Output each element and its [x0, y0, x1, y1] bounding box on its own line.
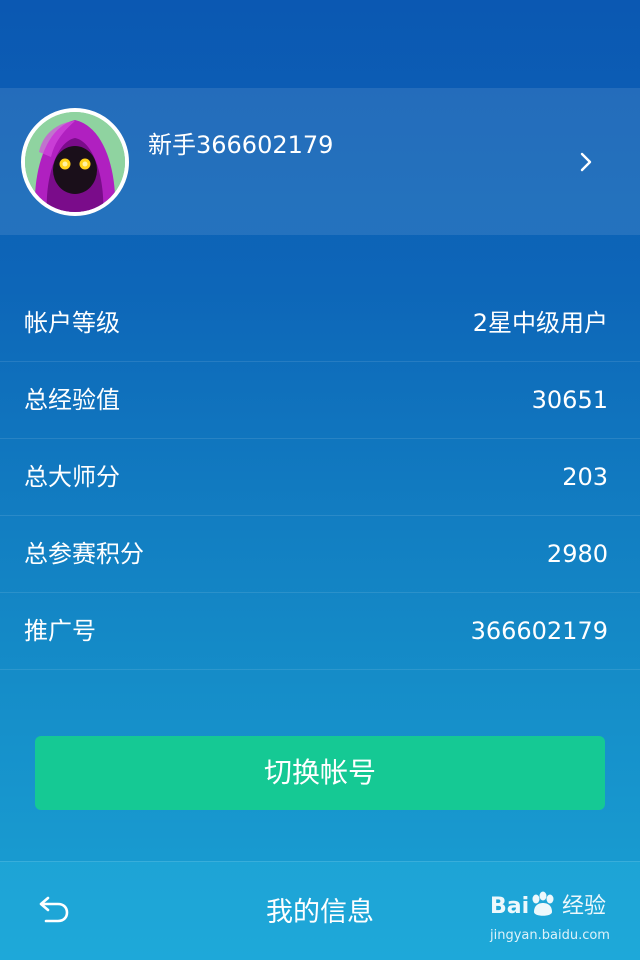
profile-card[interactable]: 新手366602179	[0, 88, 640, 235]
paw-icon	[528, 890, 558, 920]
info-row-promotion-id: 推广号 366602179	[0, 593, 640, 670]
info-label: 总大师分	[24, 463, 120, 491]
watermark-logo: Bai 经验	[490, 888, 630, 928]
watermark-tag: 经验	[562, 894, 607, 919]
avatar	[21, 108, 129, 216]
baidu-jingyan-watermark: Bai 经验 jingyan.baidu.com	[490, 888, 630, 948]
info-value: 2星中级用户	[472, 309, 608, 337]
info-value: 30651	[531, 386, 608, 414]
watermark-url: jingyan.baidu.com	[490, 928, 610, 943]
info-label: 总经验值	[24, 386, 120, 414]
info-row-total-match-points: 总参赛积分 2980	[0, 516, 640, 593]
info-value: 203	[562, 463, 608, 491]
info-row-total-master-points: 总大师分 203	[0, 439, 640, 516]
info-row-total-experience: 总经验值 30651	[0, 362, 640, 439]
info-label: 推广号	[24, 617, 96, 645]
watermark-brand: Bai	[490, 894, 530, 919]
info-value: 2980	[546, 540, 608, 568]
info-row-account-level: 帐户等级 2星中级用户	[0, 285, 640, 362]
my-info-screen: 新手366602179 帐户等级 2星中级用户 总经验值 30651 总大师分 …	[0, 0, 640, 960]
chevron-right-icon	[572, 148, 600, 176]
info-list: 帐户等级 2星中级用户 总经验值 30651 总大师分 203 总参赛积分 29…	[0, 285, 640, 670]
bottom-bar: 我的信息 Bai 经验 jingyan.baidu.com	[0, 861, 640, 960]
info-label: 总参赛积分	[24, 540, 144, 568]
info-label: 帐户等级	[24, 309, 120, 337]
switch-account-button[interactable]: 切换帐号	[35, 736, 605, 810]
profile-name: 新手366602179	[148, 131, 334, 159]
hooded-character-avatar	[25, 112, 125, 212]
info-value: 366602179	[470, 617, 608, 645]
